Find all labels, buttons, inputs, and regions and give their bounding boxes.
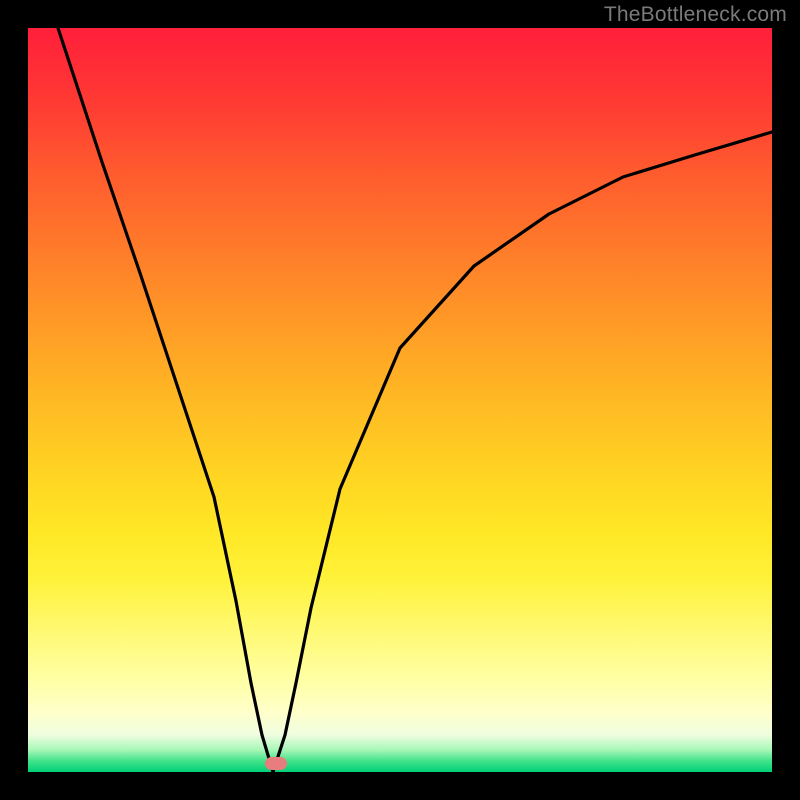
bottleneck-curve — [28, 28, 772, 772]
curve-path — [58, 28, 772, 772]
chart-frame: TheBottleneck.com — [0, 0, 800, 800]
optimal-marker — [265, 757, 287, 770]
plot-area — [28, 28, 772, 772]
watermark-text: TheBottleneck.com — [604, 3, 787, 27]
